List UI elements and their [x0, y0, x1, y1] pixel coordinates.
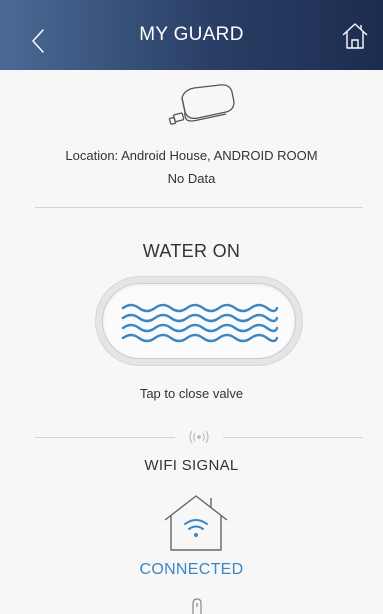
divider-right	[223, 437, 363, 438]
water-status-title: WATER ON	[142, 241, 241, 261]
page-title: MY GUARD	[139, 24, 244, 45]
home-icon[interactable]	[341, 22, 369, 50]
valve-hint: Tap to close valve	[139, 386, 244, 401]
valve-inner	[102, 283, 296, 359]
divider-left	[35, 437, 175, 438]
app-header: MY GUARD	[0, 0, 383, 70]
device-location: Location: Android House, ANDROID ROOM	[65, 148, 318, 163]
wifi-connection-status: CONNECTED	[139, 561, 244, 578]
divider	[35, 207, 363, 208]
water-waves-icon	[121, 303, 279, 343]
water-guard-device-icon	[168, 84, 235, 125]
wifi-signal-icon	[189, 430, 209, 444]
wifi-signal-title: WIFI SIGNAL	[144, 457, 239, 474]
back-button[interactable]	[30, 28, 46, 54]
house-wifi-icon	[164, 495, 228, 551]
device-status: No Data	[167, 171, 216, 186]
unknown-partial-icon	[192, 598, 202, 614]
valve-toggle-button[interactable]	[95, 276, 303, 366]
